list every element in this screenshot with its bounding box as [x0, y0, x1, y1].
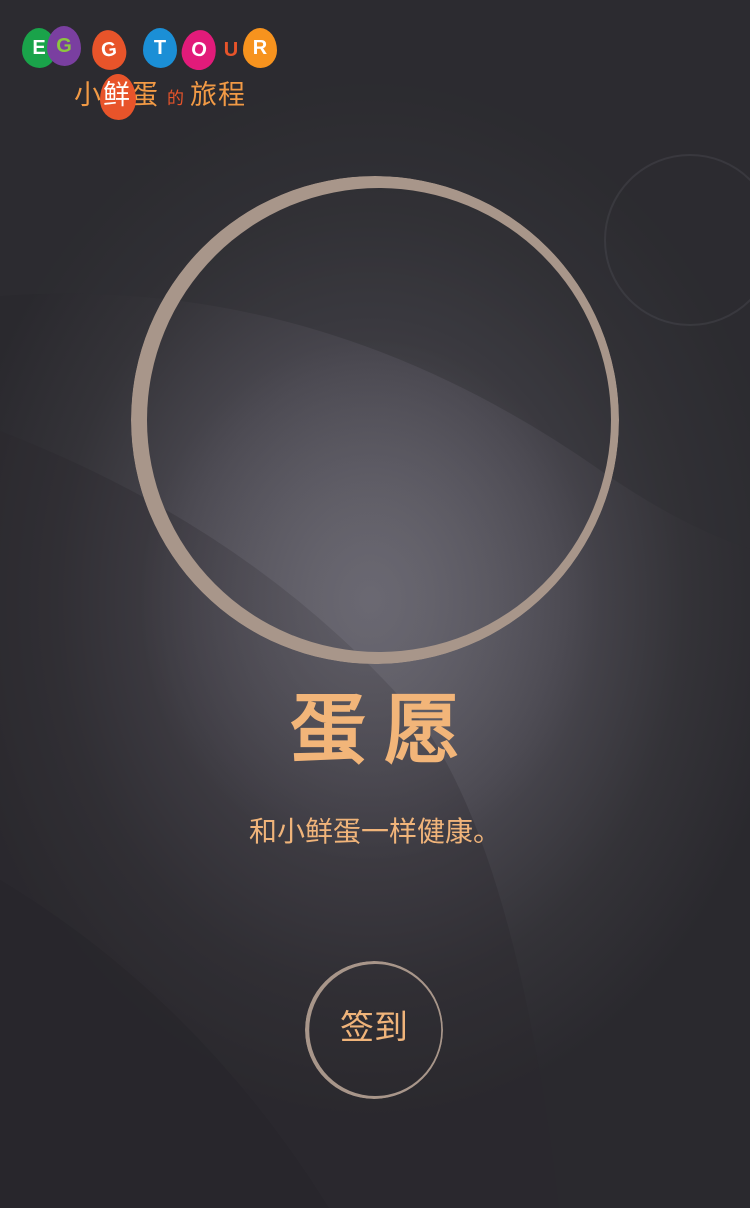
logo-letter-t: T [143, 28, 177, 68]
logo-chinese-name: 小 鲜 蛋 的 旅程 [74, 74, 246, 120]
page-subtitle: 和小鲜蛋一样健康。 [248, 815, 501, 848]
logo-letter-g: G [89, 27, 129, 73]
checkin-button-label: 签到 [340, 1008, 408, 1048]
checkin-button[interactable]: 签到 [304, 960, 444, 1100]
page-title: 蛋愿 [290, 685, 478, 774]
logo-cn-small-text: 的 [167, 88, 184, 109]
page: E G G T O U R 小 鲜 蛋 的 旅程 蛋愿 和小鲜蛋一样健康。 签到 [0, 0, 750, 1208]
logo-cn-text: 旅程 [190, 80, 246, 111]
logo-letter-r: R [243, 28, 277, 68]
logo-letters: E G G T O U R [22, 26, 282, 73]
logo-cn-egg-char: 鲜 [100, 74, 136, 120]
logo-cn-text: 小 [74, 80, 102, 111]
moon-ring [131, 176, 619, 664]
logo-letter-g: G [47, 26, 81, 66]
egg-tour-logo[interactable]: E G G T O U R 小 鲜 蛋 的 旅程 [22, 26, 282, 120]
